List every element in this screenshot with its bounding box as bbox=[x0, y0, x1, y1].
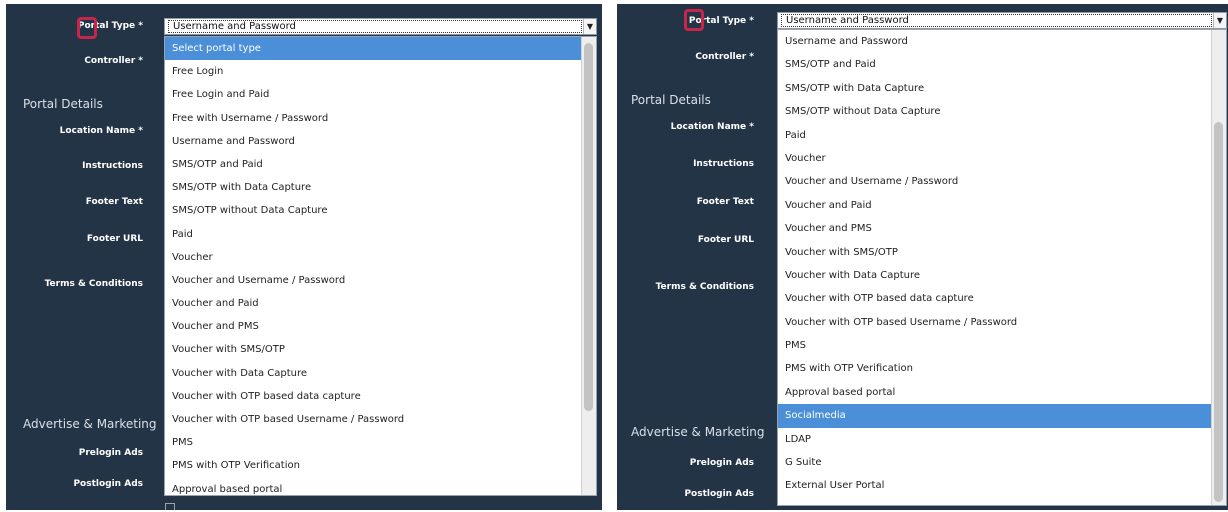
instructions-label: Instructions bbox=[82, 161, 143, 171]
dropdown-option[interactable]: Voucher with Data Capture bbox=[165, 362, 582, 385]
dropdown-option[interactable]: Username and Password bbox=[778, 30, 1212, 53]
footer-url-label: Footer URL bbox=[697, 235, 754, 245]
dropdown-option[interactable]: SMS/OTP with Data Capture bbox=[165, 176, 582, 199]
footer-text-label: Footer Text bbox=[85, 197, 143, 207]
dropdown-option[interactable]: External User Portal bbox=[778, 474, 1212, 497]
dropdown-option[interactable]: Voucher bbox=[165, 246, 582, 269]
terms-label: Terms & Conditions bbox=[44, 279, 143, 289]
dropdown-option[interactable]: Voucher bbox=[778, 147, 1212, 170]
dropdown-option[interactable]: Select portal type bbox=[165, 37, 582, 61]
portal-type-options: Select portal type Free Login Free Login a… bbox=[165, 37, 582, 495]
dropdown-option[interactable]: Voucher and Username / Password bbox=[778, 170, 1212, 193]
location-name-label: Location Name * bbox=[670, 122, 754, 132]
checkbox[interactable] bbox=[165, 503, 175, 510]
portal-type-select[interactable]: Username and Password ▼ bbox=[777, 12, 1227, 29]
dropdown-scroll-thumb[interactable] bbox=[1214, 122, 1223, 502]
dropdown-option[interactable]: Voucher with SMS/OTP bbox=[778, 241, 1212, 264]
dropdown-option[interactable]: SMS/OTP and Paid bbox=[778, 53, 1212, 76]
dropdown-option[interactable]: SMS/OTP without Data Capture bbox=[778, 100, 1212, 123]
dropdown-option[interactable]: Voucher and Username / Password bbox=[165, 269, 582, 292]
portal-type-dropdown[interactable]: Username and Password SMS/OTP and Paid SMS… bbox=[777, 29, 1227, 506]
dropdown-scroll-thumb[interactable] bbox=[584, 43, 593, 411]
right-form-panel: Portal Type * Controller * Portal Detail… bbox=[617, 4, 1228, 510]
dropdown-option[interactable]: Voucher with OTP based data capture bbox=[165, 385, 582, 408]
dropdown-option[interactable]: G Suite bbox=[778, 451, 1212, 474]
dropdown-option[interactable]: Socialmedia bbox=[778, 404, 1212, 428]
dropdown-option[interactable]: Voucher and PMS bbox=[165, 315, 582, 338]
dropdown-option[interactable]: Voucher and Paid bbox=[165, 292, 582, 315]
controller-label: Controller * bbox=[84, 56, 143, 66]
dropdown-option[interactable]: Username and Password bbox=[165, 130, 582, 153]
dropdown-option[interactable]: SMS/OTP without Data Capture bbox=[165, 199, 582, 222]
dropdown-option[interactable]: SMS/OTP and Paid bbox=[165, 153, 582, 176]
prelogin-label: Prelogin Ads bbox=[78, 448, 143, 458]
dropdown-option[interactable]: Voucher with SMS/OTP bbox=[165, 338, 582, 361]
location-name-label: Location Name * bbox=[59, 126, 143, 136]
dropdown-option[interactable]: Voucher with OTP based Username / Passwo… bbox=[778, 311, 1212, 334]
portal-type-highlight bbox=[684, 9, 704, 31]
portal-type-dropdown[interactable]: Select portal type Free Login Free Login a… bbox=[164, 36, 597, 496]
dropdown-option[interactable]: SMS/OTP with Data Capture bbox=[778, 77, 1212, 100]
dropdown-option[interactable]: Voucher and PMS bbox=[778, 217, 1212, 240]
footer-text-label: Footer Text bbox=[696, 197, 754, 207]
dropdown-option[interactable]: Voucher with OTP based data capture bbox=[778, 287, 1212, 310]
dropdown-option[interactable]: Voucher and Paid bbox=[778, 194, 1212, 217]
prelogin-label: Prelogin Ads bbox=[689, 458, 754, 468]
left-form-panel: Portal Type * Controller * Portal Detail… bbox=[6, 4, 602, 510]
portal-type-highlight bbox=[77, 17, 97, 39]
dropdown-option[interactable]: Paid bbox=[778, 124, 1212, 147]
postlogin-label: Postlogin Ads bbox=[73, 479, 143, 489]
terms-label: Terms & Conditions bbox=[655, 282, 754, 292]
portal-details-heading: Portal Details bbox=[23, 97, 103, 111]
dropdown-scrollbar[interactable] bbox=[581, 37, 596, 495]
caret-down-icon[interactable]: ▼ bbox=[583, 19, 596, 34]
dropdown-option[interactable]: PMS bbox=[778, 334, 1212, 357]
controller-label: Controller * bbox=[695, 52, 754, 62]
dropdown-option[interactable]: PMS bbox=[165, 431, 582, 454]
postlogin-label: Postlogin Ads bbox=[684, 489, 754, 499]
dropdown-option[interactable]: Free with Username / Password bbox=[165, 107, 582, 130]
dropdown-option[interactable]: PMS with OTP Verification bbox=[778, 357, 1212, 380]
portal-type-select-value: Username and Password bbox=[168, 20, 582, 33]
dropdown-scrollbar[interactable] bbox=[1211, 30, 1226, 505]
advertise-heading: Advertise & Marketing bbox=[631, 425, 765, 439]
caret-down-icon[interactable]: ▼ bbox=[1213, 13, 1226, 28]
dropdown-option[interactable]: Approval based portal bbox=[165, 478, 582, 495]
instructions-label: Instructions bbox=[693, 159, 754, 169]
dropdown-option[interactable]: Voucher with Data Capture bbox=[778, 264, 1212, 287]
footer-url-label: Footer URL bbox=[86, 234, 143, 244]
dropdown-option[interactable]: Voucher with OTP based Username / Passwo… bbox=[165, 408, 582, 431]
dropdown-option[interactable]: PMS with OTP Verification bbox=[165, 454, 582, 477]
dropdown-option[interactable]: Free Login bbox=[165, 60, 582, 83]
dropdown-option[interactable]: Free Login and Paid bbox=[165, 83, 582, 106]
advertise-heading: Advertise & Marketing bbox=[23, 417, 157, 431]
dropdown-option[interactable]: Approval based portal bbox=[778, 381, 1212, 404]
portal-details-heading: Portal Details bbox=[631, 93, 711, 107]
portal-type-select-value: Username and Password bbox=[781, 14, 1212, 27]
dropdown-option[interactable]: LDAP bbox=[778, 428, 1212, 451]
portal-type-select[interactable]: Username and Password ▼ bbox=[164, 18, 597, 35]
portal-type-options: Username and Password SMS/OTP and Paid SMS… bbox=[778, 30, 1212, 498]
dropdown-option[interactable]: Paid bbox=[165, 223, 582, 246]
